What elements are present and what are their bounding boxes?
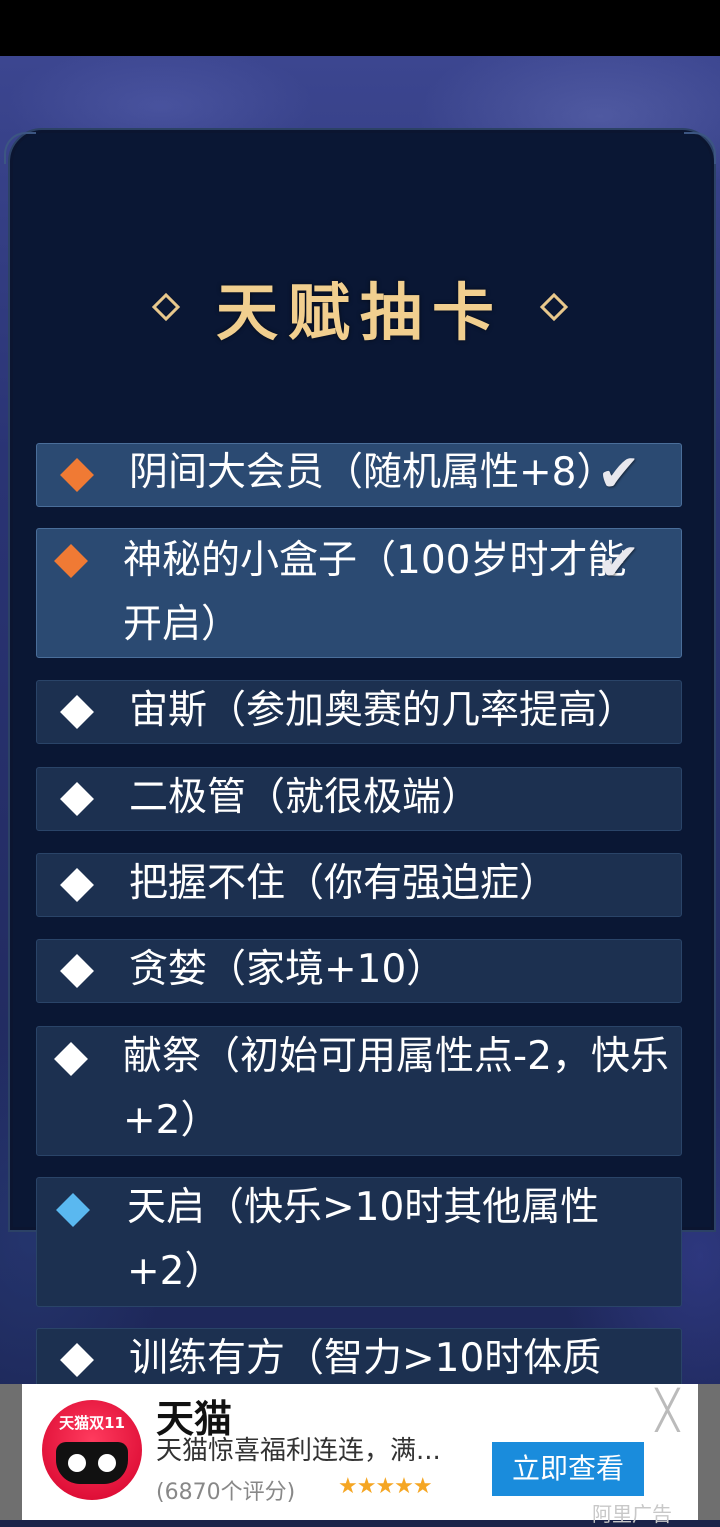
diamond-ornament-icon (539, 292, 569, 322)
talent-card[interactable]: 把握不住（你有强迫症） (36, 853, 682, 917)
gem-icon (60, 1343, 94, 1377)
talent-card[interactable]: 献祭（初始可用属性点-2，快乐+2） (36, 1026, 682, 1156)
ad-cta-button[interactable]: 立即查看 (492, 1442, 644, 1496)
talent-label: 天启（快乐>10时其他属性+2） (127, 1185, 600, 1294)
talent-label: 阴间大会员（随机属性+8） (129, 450, 616, 495)
talent-label: 训练有方（智力>10时体质 (129, 1336, 602, 1381)
talent-card[interactable]: 宙斯（参加奥赛的几率提高） (36, 680, 682, 744)
talent-card[interactable]: 二极管（就很极端） (36, 767, 682, 831)
talent-card[interactable]: 阴间大会员（随机属性+8） ✔ (36, 443, 682, 507)
gem-icon (60, 695, 94, 729)
checkmark-icon: ✔ (597, 444, 641, 504)
tmall-logo-icon: 天猫双11 (42, 1400, 142, 1500)
talent-card[interactable]: 神秘的小盒子（100岁时才能开启） ✔ (36, 528, 682, 658)
ad-star-rating: ★★★★★ (338, 1474, 433, 1499)
talent-label: 宙斯（参加奥赛的几率提高） (129, 688, 637, 733)
ad-side-bar (0, 1384, 22, 1520)
talent-label: 把握不住（你有强迫症） (129, 861, 559, 906)
gem-icon (56, 1193, 90, 1227)
gem-icon (60, 458, 94, 492)
gem-icon (54, 1042, 88, 1076)
cat-eye-icon (98, 1454, 116, 1472)
status-bar (0, 0, 720, 56)
ad-source-tag: 阿里广告 (592, 1502, 672, 1526)
gem-icon (60, 868, 94, 902)
talent-label: 神秘的小盒子（100岁时才能开启） (123, 538, 627, 647)
talent-card[interactable]: 天启（快乐>10时其他属性+2） (36, 1177, 682, 1307)
close-icon[interactable]: ╳ (656, 1390, 679, 1430)
title-bar: 天赋抽卡 (0, 262, 720, 352)
diamond-ornament-icon (151, 292, 181, 322)
cat-eye-icon (68, 1454, 86, 1472)
checkmark-icon: ✔ (597, 533, 641, 593)
ad-side-bar (698, 1384, 720, 1520)
ad-description: 天猫惊喜福利连连，满... (156, 1436, 441, 1466)
ad-logo-text: 天猫双11 (59, 1414, 125, 1432)
gem-icon (60, 782, 94, 816)
talent-label: 献祭（初始可用属性点-2，快乐+2） (123, 1034, 669, 1143)
ad-banner[interactable]: 天猫双11 天猫 天猫惊喜福利连连，满... (6870个评分) ★★★★★ 立… (0, 1384, 720, 1526)
gem-icon (60, 954, 94, 988)
talent-label: 二极管（就很极端） (129, 775, 481, 820)
talent-card[interactable]: 贪婪（家境+10） (36, 939, 682, 1003)
ad-rating-count: (6870个评分) (156, 1480, 296, 1505)
gem-icon (54, 544, 88, 578)
cat-face-icon (56, 1442, 128, 1484)
talent-label: 贪婪（家境+10） (129, 947, 446, 992)
page-title: 天赋抽卡 (215, 276, 504, 349)
